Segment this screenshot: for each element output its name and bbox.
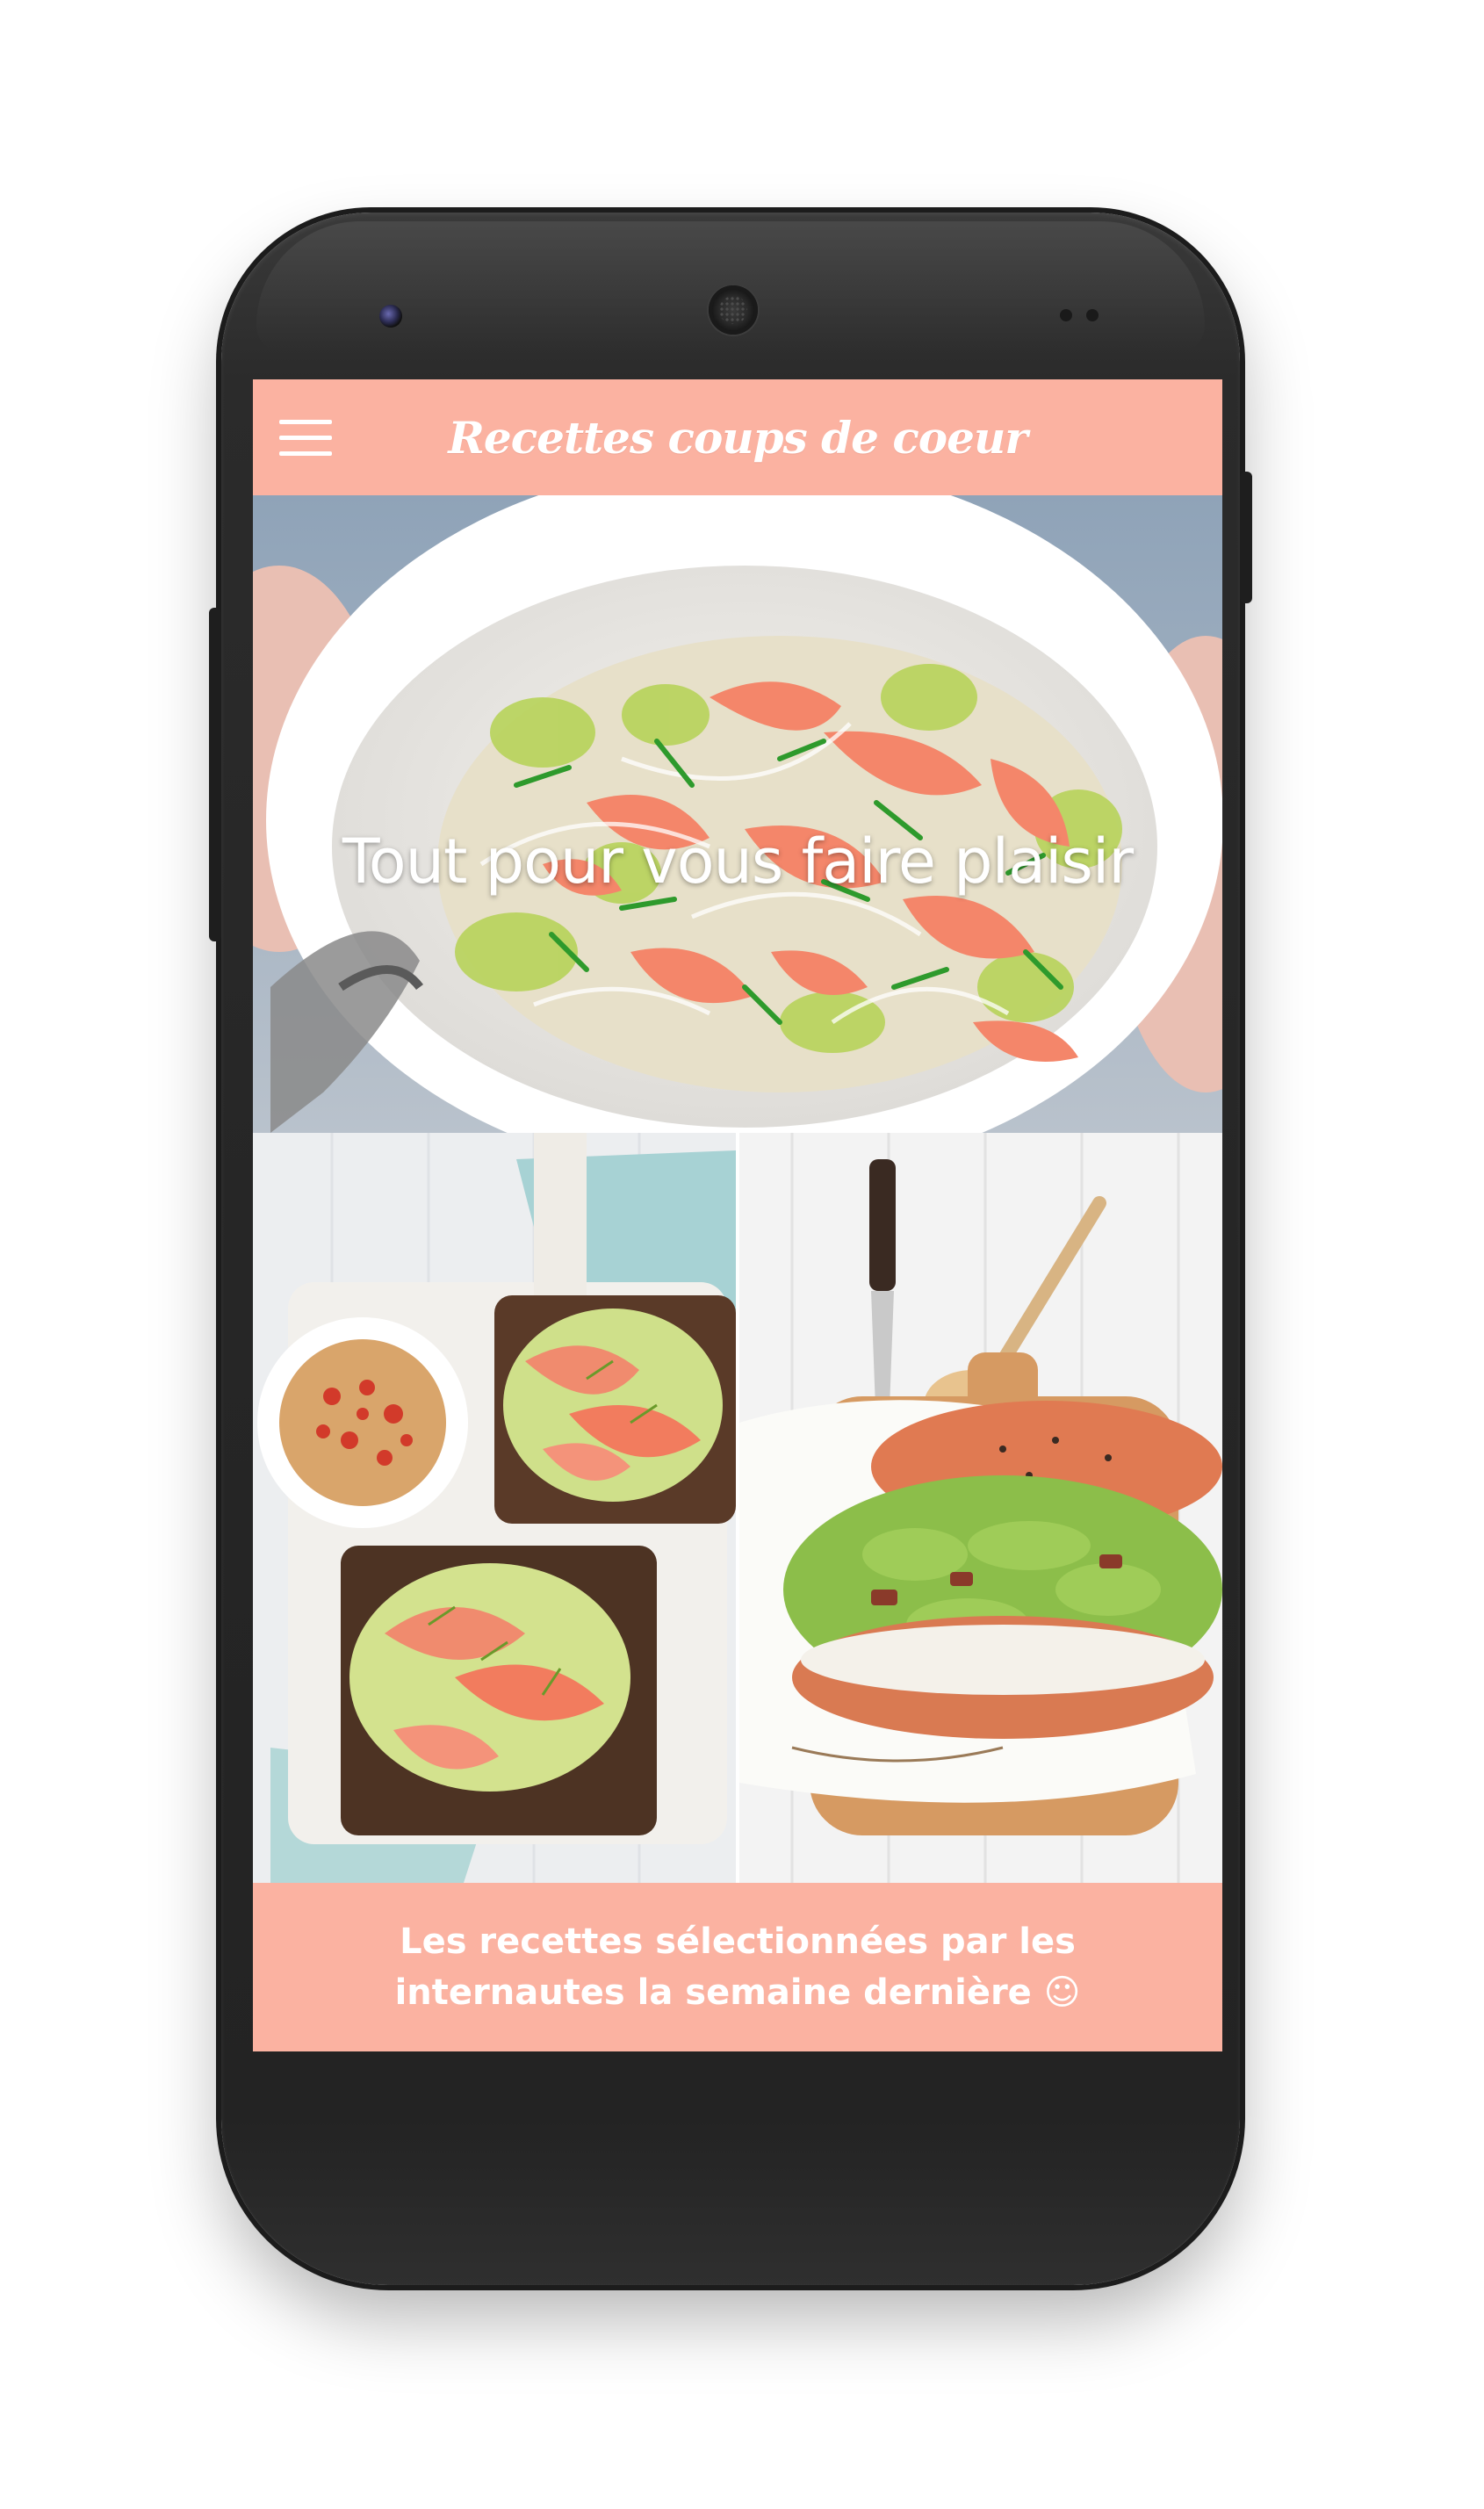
earpiece-speaker [709, 285, 758, 335]
proximity-sensor [1060, 309, 1072, 321]
light-sensor [1086, 309, 1099, 321]
volume-key [209, 608, 221, 941]
app-title: Recettes coups de coeur [448, 411, 1027, 464]
recipe-tile-salmon-toast[interactable] [253, 1133, 736, 1883]
power-key [1240, 472, 1252, 603]
recipe-tile-avocado-bagel[interactable] [739, 1133, 1222, 1883]
hero-caption: Tout pour vous faire plaisir [342, 826, 1134, 898]
avocado-bagel-image [739, 1133, 1222, 1883]
hamburger-menu-icon[interactable] [279, 420, 334, 457]
footer-banner: Les recettes sélectionnées par les inter… [253, 1883, 1222, 2051]
app-screen: Recettes coups de coeur Tout pour vous f… [253, 379, 1222, 2051]
front-camera-icon [379, 305, 402, 328]
salmon-avocado-toast-image [253, 1133, 736, 1883]
hero-salad-image [253, 495, 1222, 1133]
app-bar: Recettes coups de coeur [253, 379, 1222, 495]
device-mockup: Recettes coups de coeur Tout pour vous f… [0, 0, 1484, 2509]
hero-banner[interactable]: Tout pour vous faire plaisir [253, 495, 1222, 1133]
footer-text: Les recettes sélectionnées par les inter… [394, 1921, 1081, 2013]
recipe-grid [253, 1133, 1222, 1883]
